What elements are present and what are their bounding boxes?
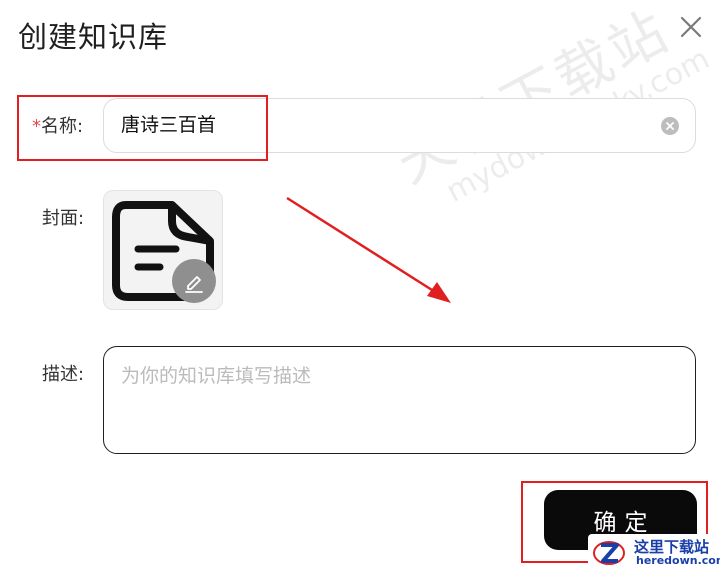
clear-button[interactable]: [661, 117, 679, 135]
close-button[interactable]: [676, 12, 706, 42]
dialog-title: 创建知识库: [18, 20, 169, 54]
badge-url: heredown.com: [636, 554, 720, 567]
clear-circle-icon: [666, 122, 674, 130]
description-input[interactable]: [104, 347, 695, 453]
description-label: 描述:: [42, 364, 85, 385]
create-knowledge-base-dialog: 创建知识库 天极下载站 mydown.yesky.com *名称: 唐诗三百首 …: [0, 0, 720, 570]
close-icon: [680, 16, 702, 38]
z-logo-icon: [593, 541, 625, 565]
cover-label: 封面:: [42, 208, 85, 229]
pencil-icon: [185, 276, 203, 293]
highlight-box-name: [17, 95, 268, 161]
description-field[interactable]: [103, 346, 696, 454]
site-badge: 这里下载站 heredown.com: [588, 534, 720, 570]
cover-image-picker[interactable]: [103, 190, 223, 310]
edit-cover-button[interactable]: [172, 259, 216, 303]
